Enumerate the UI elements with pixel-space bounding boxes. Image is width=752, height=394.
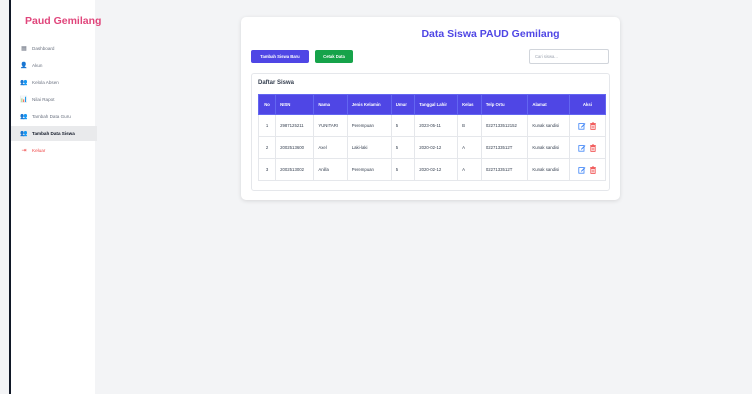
bar-chart-icon: 📊 [20,96,28,103]
search-input[interactable] [529,49,609,64]
user-plus-icon: 👥 [20,113,28,120]
table-cell: Kunak sandisi [527,158,570,181]
sidebar-item-tambah-data-siswa[interactable]: 👥 Tambah Data Siswa [11,126,97,141]
table-cell: 5 [390,114,416,137]
sidebar-item-kelola-absen[interactable]: 👥 Kelola Absen [11,75,97,90]
edit-icon[interactable] [578,166,586,174]
column-header: NISN [275,94,315,115]
brand-title[interactable]: Paud Gemilang [25,15,101,27]
sidebar-item-nilai-rapot[interactable]: 📊 Nilai Rapot [11,92,97,107]
table-cell: 2 [257,136,277,159]
table-cell: 2020-02-12 [414,158,459,181]
actions-cell [568,136,607,159]
sidebar-item-label: Akun [32,63,43,68]
student-table: No NISN Nama Jenis Kelamin Umur Tanggal Lahir… [257,94,607,181]
list-title: Daftar Siswa [258,80,295,86]
sidebar-item-label: Nilai Rapot [32,97,55,102]
table-cell: 0227133512T [480,136,529,159]
actions-cell [568,114,607,137]
table-cell: A [457,158,482,181]
sidebar-item-akun[interactable]: 👤 Akun [11,58,97,73]
add-student-button[interactable]: Tambah Siswa Baru [251,50,309,63]
column-header: Jenis Kelamin [346,94,392,115]
sidebar-item-tambah-data-guru[interactable]: 👥 Tambah Data Guru [11,109,97,124]
table-cell: 0227133512T [480,158,529,181]
sidebar-item-label: Tambah Data Guru [32,114,71,119]
table-cell: Kunak sandisi [527,136,570,159]
sidebar-item-label: Tambah Data Siswa [32,131,75,136]
grid-icon: ▦ [21,45,27,52]
table-cell: 5 [390,158,416,181]
sidebar-item-label: Keluar [32,148,46,153]
table-cell: Axel [313,136,348,159]
user-plus-icon: 👥 [20,130,28,137]
page-title: Data Siswa PAUD Gemilang [421,28,560,40]
edit-icon[interactable] [578,144,586,152]
column-header: Nama [313,94,348,115]
table-cell: Kunak sandisi [527,114,570,137]
print-data-button[interactable]: Cetak Data [315,50,353,63]
table-cell: 0227133512152 [480,114,529,137]
table-body: 1 2987125211 YUNITARI Perempuan 5 2023-05-11 B… [257,114,607,181]
table-row: 2 2002513600 Axel Laki-laki 5 2020-02-12 A 0227… [257,136,607,159]
table-cell: YUNITARI [313,114,348,137]
sidebar-item-dashboard[interactable]: ▦ Dashboard [11,41,97,56]
table-cell: Perempuan [346,114,392,137]
table-cell: 2023-05-11 [414,114,459,137]
users-icon: 👥 [20,79,28,86]
table-row: 1 2987125211 YUNITARI Perempuan 5 2023-05-11 B… [257,114,607,137]
table-cell: 2987125211 [275,114,315,137]
actions-cell [568,158,607,181]
table-cell: Anilla [313,158,348,181]
table-row: 3 2002513002 Anilla Perempuan 5 2020-02-12 A 02… [257,158,607,181]
column-header: Telp Ortu [480,94,529,115]
column-header: Umur [390,94,416,115]
table-cell: 1 [257,114,277,137]
table-header-row: No NISN Nama Jenis Kelamin Umur Tanggal Lahir… [257,94,607,115]
user-icon: 👤 [20,62,28,69]
sidebar: Paud Gemilang ▦ Dashboard 👤 Akun 👥 Kelola Abs… [9,0,101,394]
main-card: Data Siswa PAUD Gemilang Tambah Siswa Ba… [241,17,620,200]
column-header: Tanggal Lahir [414,94,459,115]
sidebar-item-keluar[interactable]: ⇥ Keluar [11,143,97,158]
student-list-card: Daftar Siswa No NISN Nama Jenis Kelamin Umur… [251,73,610,191]
table-cell: B [457,114,482,137]
trash-icon[interactable] [589,143,597,152]
trash-icon[interactable] [589,165,597,174]
table-cell: 2002513600 [275,136,315,159]
logout-icon: ⇥ [21,147,27,154]
table-cell: A [457,136,482,159]
column-header: Kelas [457,94,482,115]
edit-icon[interactable] [578,122,586,130]
table-cell: 2002513002 [275,158,315,181]
column-header: No [257,94,277,115]
table-cell: Laki-laki [346,136,392,159]
table-cell: 2020-02-12 [414,136,459,159]
column-header: Alamat [527,94,570,115]
sidebar-item-label: Dashboard [32,46,55,51]
table-cell: Perempuan [346,158,392,181]
table-cell: 5 [390,136,416,159]
sidebar-nav: ▦ Dashboard 👤 Akun 👥 Kelola Absen 📊 Nilai Rapot… [11,41,97,160]
table-cell: 3 [257,158,277,181]
column-header: Aksi [568,94,607,115]
trash-icon[interactable] [589,121,597,130]
sidebar-item-label: Kelola Absen [32,80,59,85]
